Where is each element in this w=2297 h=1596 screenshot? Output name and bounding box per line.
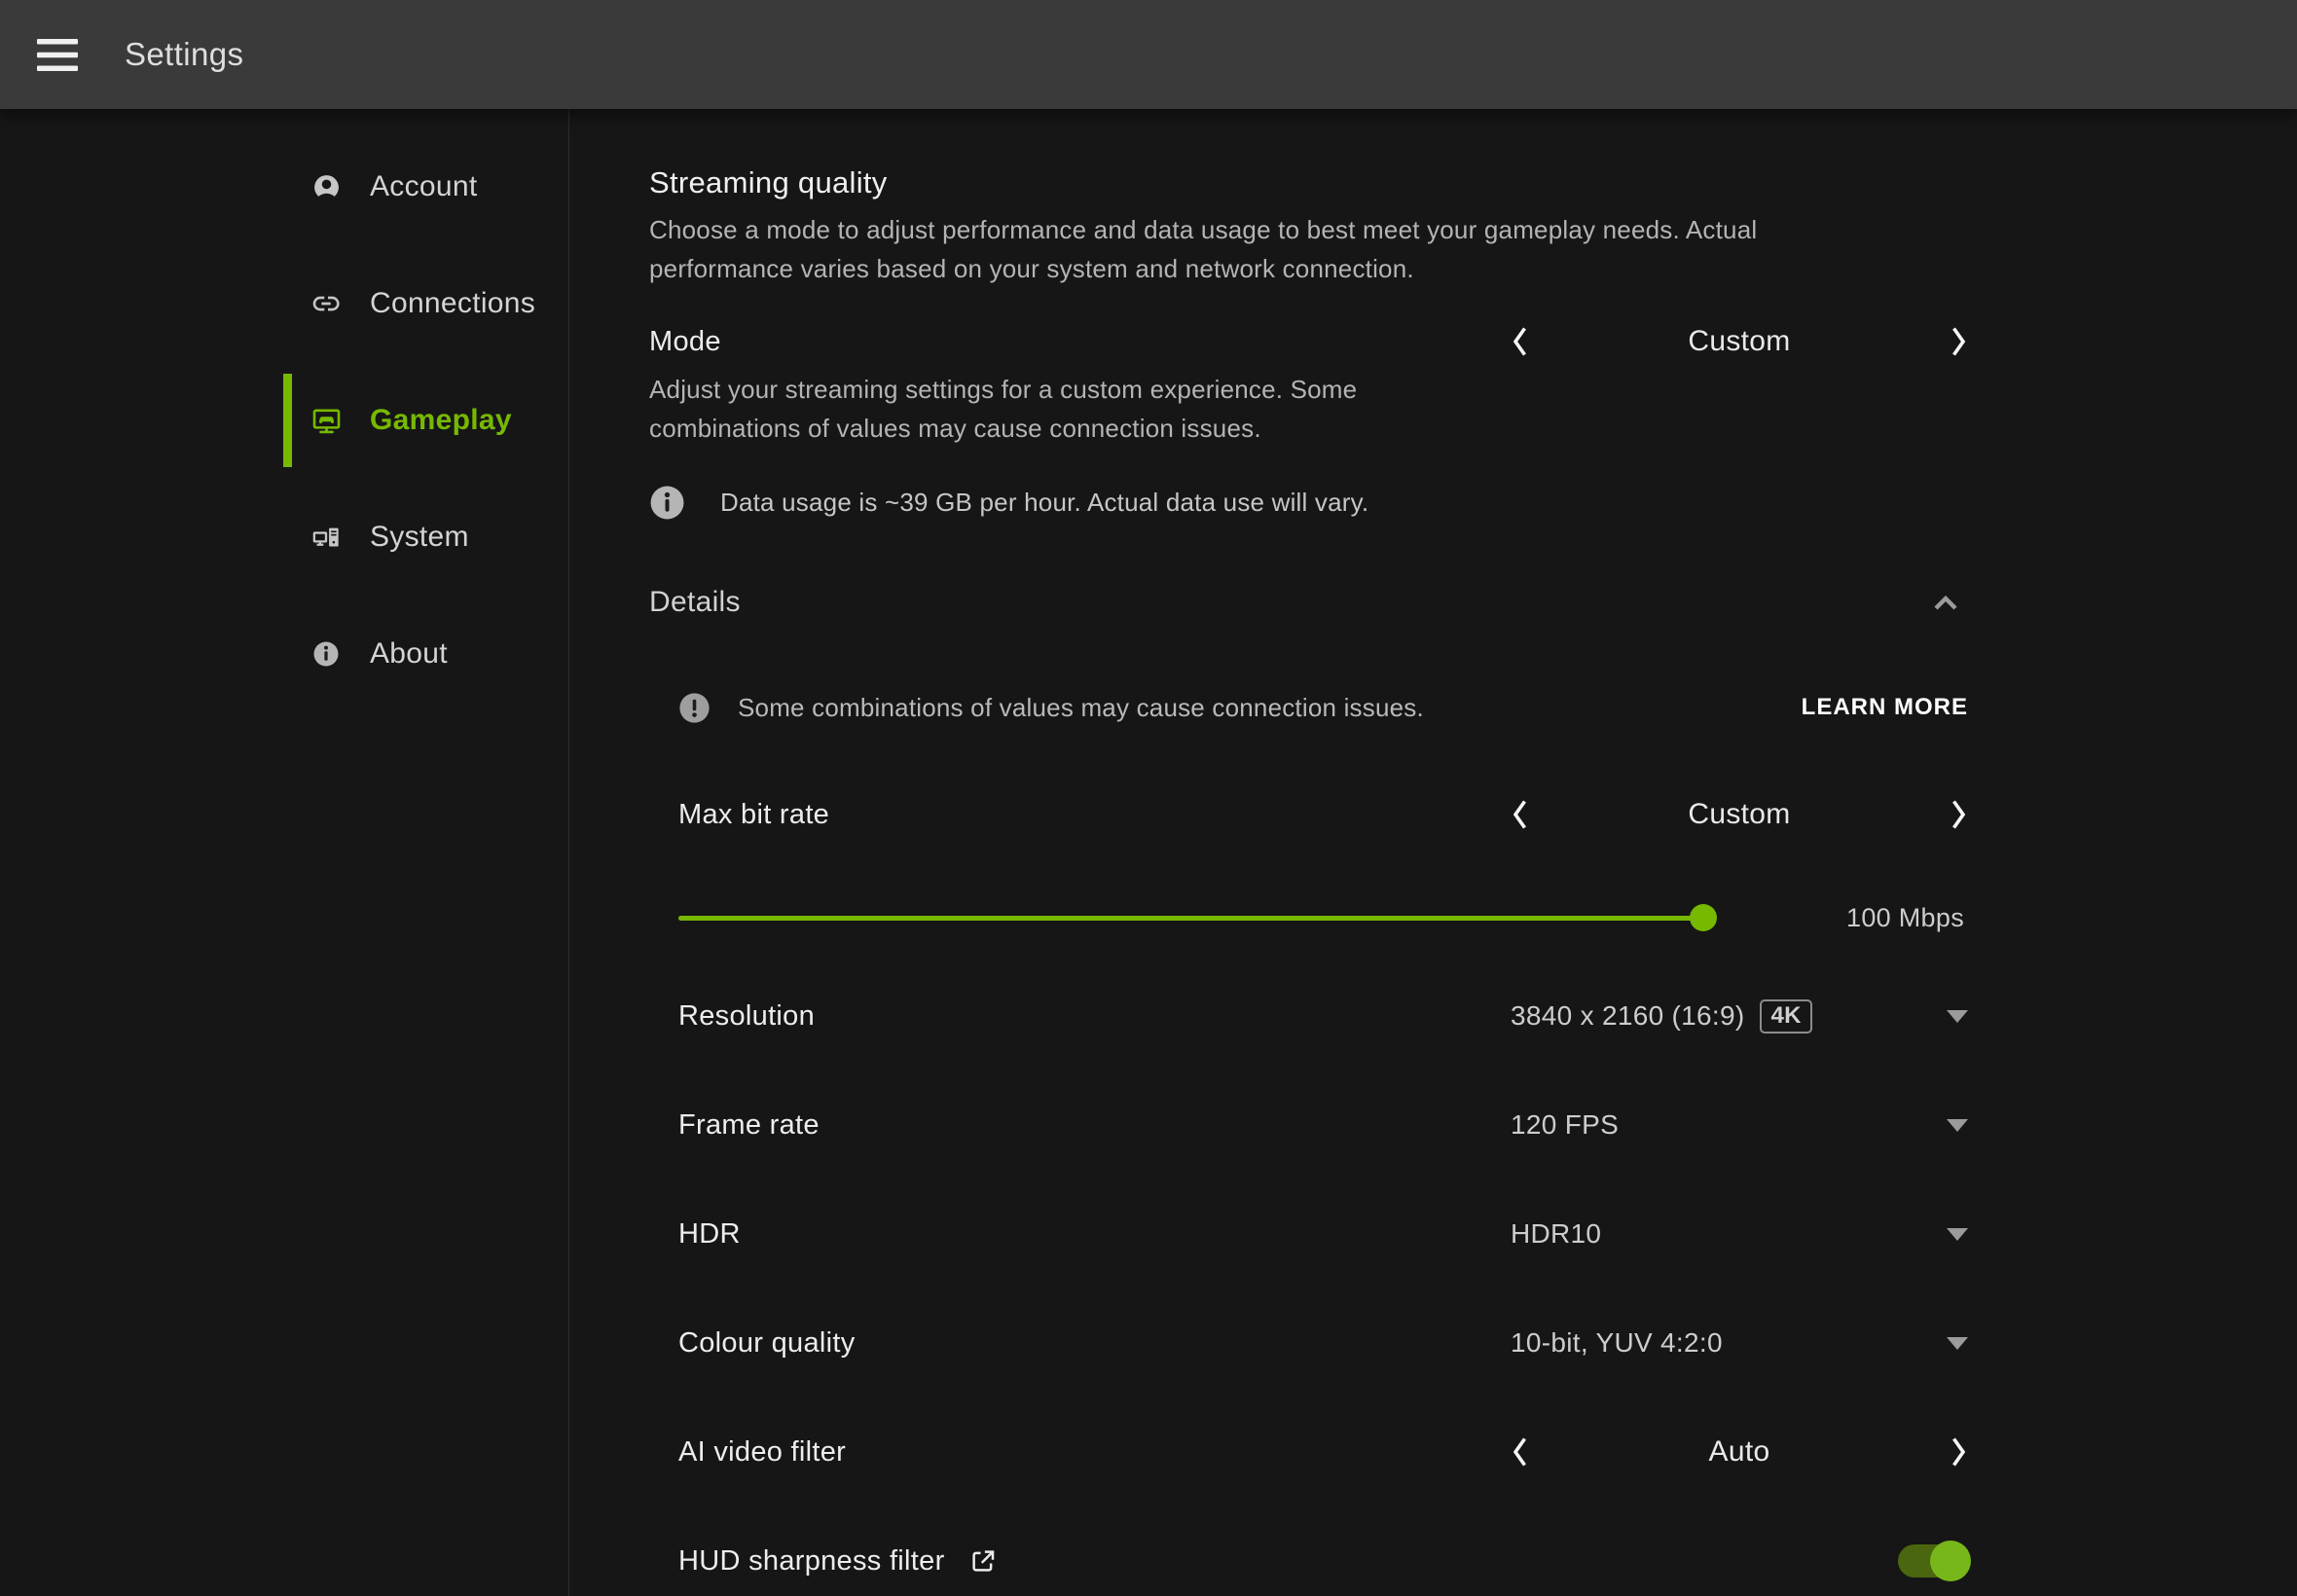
hud-sharpness-filter-label: HUD sharpness filter	[678, 1545, 945, 1578]
account-icon	[310, 172, 343, 202]
colour-quality-dropdown[interactable]: 10-bit, YUV 4:2:0	[1511, 1327, 1968, 1359]
slider-thumb[interactable]	[1690, 904, 1717, 931]
toggle-knob	[1930, 1541, 1971, 1581]
chevron-left-icon	[1511, 1435, 1528, 1469]
topbar: Settings	[0, 0, 2297, 109]
sidebar-item-label: System	[370, 521, 469, 554]
sidebar-item-about[interactable]: About	[0, 596, 568, 712]
sidebar-item-label: Connections	[370, 287, 535, 320]
sidebar: Account Connections	[0, 109, 569, 1596]
max-bit-rate-slider-row: 100 Mbps	[678, 890, 1968, 945]
frame-rate-label: Frame rate	[678, 1109, 820, 1142]
sidebar-item-account[interactable]: Account	[0, 128, 568, 245]
resolution-dropdown[interactable]: 3840 x 2160 (16:9) 4K	[1511, 999, 1968, 1034]
colour-quality-row: Colour quality 10-bit, YUV 4:2:0	[678, 1316, 1968, 1370]
ai-video-filter-value: Auto	[1709, 1435, 1770, 1469]
sidebar-item-gameplay[interactable]: Gameplay	[0, 362, 568, 479]
chevron-left-icon	[1511, 798, 1528, 831]
info-icon	[649, 485, 685, 521]
hud-sharpness-external-link-button[interactable]	[968, 1546, 998, 1576]
sidebar-item-label: Gameplay	[370, 404, 512, 437]
frame-rate-dropdown[interactable]: 120 FPS	[1511, 1109, 1968, 1141]
details-heading: Details	[649, 586, 741, 619]
active-indicator	[283, 374, 292, 467]
max-bit-rate-value: Custom	[1688, 798, 1790, 831]
slider-track	[678, 916, 1703, 921]
sidebar-item-label: About	[370, 637, 448, 671]
resolution-row: Resolution 3840 x 2160 (16:9) 4K	[678, 989, 1968, 1043]
max-bit-rate-stepper: Custom	[1511, 798, 1968, 831]
page-title: Settings	[125, 36, 243, 73]
colour-quality-label: Colour quality	[678, 1327, 856, 1360]
chevron-right-icon	[1951, 798, 1968, 831]
mode-next-button[interactable]	[1951, 325, 1968, 358]
sidebar-item-connections[interactable]: Connections	[0, 245, 568, 362]
chevron-left-icon	[1511, 325, 1528, 358]
details-collapse-button[interactable]	[1511, 595, 1968, 611]
ai-video-filter-row: AI video filter Auto	[678, 1425, 1968, 1479]
hdr-row: HDR HDR10	[678, 1207, 1968, 1261]
resolution-value: 3840 x 2160 (16:9)	[1511, 1000, 1744, 1032]
link-icon	[310, 288, 343, 319]
caret-down-icon	[1947, 1337, 1968, 1350]
frame-rate-row: Frame rate 120 FPS	[678, 1098, 1968, 1152]
mode-label: Mode	[649, 326, 721, 358]
data-usage-info-row: Data usage is ~39 GB per hour. Actual da…	[649, 461, 1968, 521]
ai-video-filter-previous-button[interactable]	[1511, 1435, 1528, 1469]
max-bit-rate-slider-value: 100 Mbps	[1846, 903, 1968, 933]
hamburger-menu-button[interactable]	[37, 39, 78, 71]
mode-value: Custom	[1688, 325, 1790, 358]
caret-down-icon	[1947, 1119, 1968, 1132]
chevron-up-icon	[1933, 595, 1958, 611]
hdr-label: HDR	[678, 1218, 741, 1251]
ai-video-filter-label: AI video filter	[678, 1436, 846, 1469]
mode-previous-button[interactable]	[1511, 325, 1528, 358]
max-bit-rate-next-button[interactable]	[1951, 798, 1968, 831]
ai-video-filter-next-button[interactable]	[1951, 1435, 1968, 1469]
warning-row: Some combinations of values may cause co…	[678, 688, 1968, 727]
sidebar-item-system[interactable]: System	[0, 479, 568, 596]
hud-sharpness-filter-row: HUD sharpness filter	[678, 1534, 1968, 1588]
hamburger-icon	[37, 39, 78, 71]
external-link-icon	[968, 1546, 998, 1576]
streaming-quality-heading: Streaming quality	[649, 165, 1968, 200]
hdr-value: HDR10	[1511, 1218, 1601, 1250]
data-usage-text: Data usage is ~39 GB per hour. Actual da…	[720, 488, 1368, 518]
sidebar-item-label: Account	[370, 170, 478, 203]
ai-video-filter-stepper: Auto	[1511, 1435, 1968, 1469]
hud-sharpness-toggle[interactable]	[1898, 1544, 1968, 1578]
caret-down-icon	[1947, 1228, 1968, 1241]
warning-icon	[678, 692, 711, 724]
max-bit-rate-row: Max bit rate Custom	[678, 787, 1968, 842]
settings-window: Settings Account	[0, 0, 2297, 1596]
hud-sharpness-toggle-control	[1511, 1544, 1968, 1578]
max-bit-rate-label: Max bit rate	[678, 799, 829, 831]
mode-row: Mode Custom	[649, 325, 1968, 358]
frame-rate-value: 120 FPS	[1511, 1109, 1619, 1141]
learn-more-button[interactable]: LEARN MORE	[1802, 694, 1968, 721]
streaming-quality-description: Choose a mode to adjust performance and …	[649, 210, 1895, 288]
resolution-4k-badge: 4K	[1760, 999, 1811, 1034]
chevron-right-icon	[1951, 325, 1968, 358]
settings-content: Streaming quality Choose a mode to adjus…	[569, 109, 1971, 1596]
chevron-right-icon	[1951, 1435, 1968, 1469]
gameplay-icon	[310, 405, 343, 437]
mode-stepper: Custom	[1511, 325, 1968, 358]
max-bit-rate-previous-button[interactable]	[1511, 798, 1528, 831]
mode-description: Adjust your streaming settings for a cus…	[649, 370, 1467, 448]
details-header: Details	[649, 581, 1968, 624]
info-icon	[310, 639, 343, 669]
colour-quality-value: 10-bit, YUV 4:2:0	[1511, 1327, 1723, 1359]
warning-text: Some combinations of values may cause co…	[738, 693, 1424, 723]
details-body: Some combinations of values may cause co…	[678, 688, 1968, 1588]
system-icon	[310, 523, 343, 553]
max-bit-rate-slider[interactable]	[678, 904, 1703, 931]
hdr-dropdown[interactable]: HDR10	[1511, 1218, 1968, 1250]
resolution-label: Resolution	[678, 1000, 815, 1033]
caret-down-icon	[1947, 1010, 1968, 1023]
